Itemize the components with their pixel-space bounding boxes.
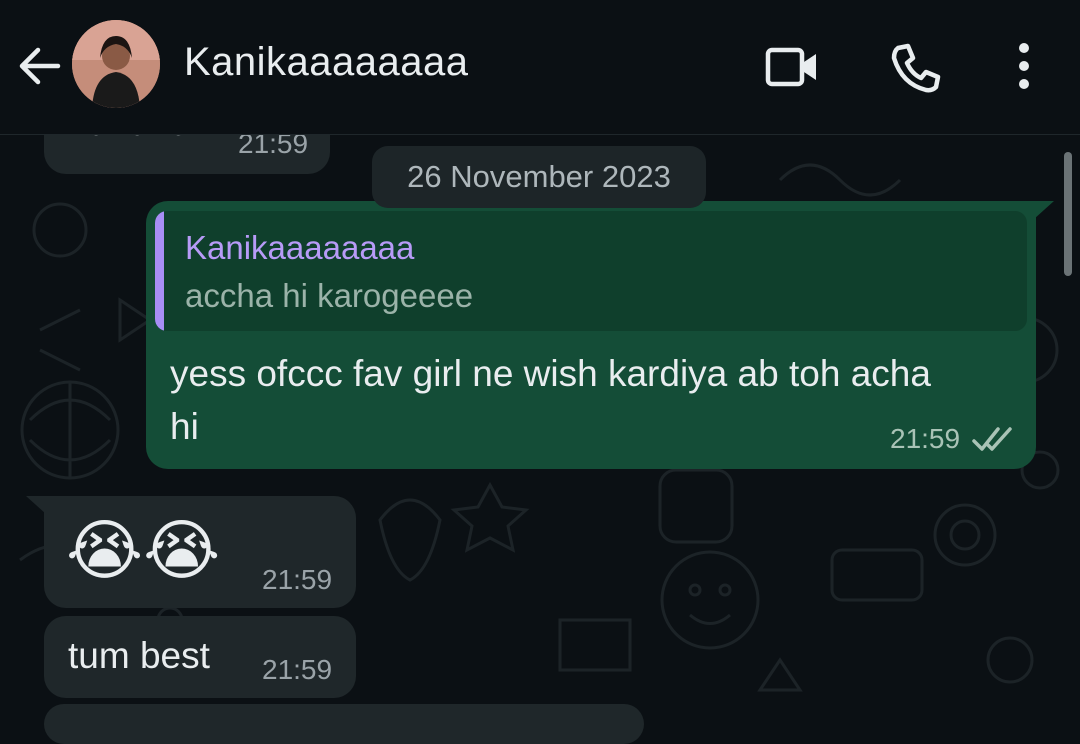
- date-divider: 26 November 2023: [372, 146, 706, 208]
- message-text-line1: yess ofccc fav girl ne wish kardiya ab t…: [170, 353, 931, 394]
- message-time: 21:59: [262, 654, 333, 685]
- back-arrow-icon: [19, 47, 61, 85]
- video-call-icon: [765, 47, 816, 87]
- video-call-button[interactable]: [764, 40, 820, 96]
- avatar-photo: [72, 20, 160, 108]
- emoji-text: 😭😭: [66, 513, 221, 587]
- chat-header: Kanikaaaaaaaa: [0, 0, 1080, 135]
- incoming-message-bubble[interactable]: 😭😭 21:59: [26, 496, 356, 608]
- phone-icon: [891, 43, 941, 93]
- more-options-button[interactable]: [996, 40, 1052, 96]
- message-time: 21:59: [890, 423, 961, 454]
- contact-avatar[interactable]: [72, 20, 160, 108]
- message-bubble-partial-next[interactable]: [44, 704, 644, 744]
- quoted-text: accha hi karogeeee: [185, 277, 474, 314]
- voice-call-button[interactable]: [888, 40, 944, 96]
- scrollbar[interactable]: [1064, 152, 1072, 276]
- incoming-message-bubble[interactable]: tum best 21:59: [44, 616, 356, 698]
- more-vert-icon: [1019, 43, 1029, 89]
- quote-accent-bar: [155, 211, 164, 331]
- bubble-tail: [1034, 201, 1054, 219]
- message-time: 21:59: [262, 564, 333, 595]
- outgoing-message-bubble[interactable]: Kanikaaaaaaaa accha hi karogeeee yess of…: [146, 201, 1054, 469]
- contact-name[interactable]: Kanikaaaaaaaa: [184, 40, 469, 85]
- message-text-line2: hi: [170, 406, 199, 447]
- read-ticks-icon: [972, 427, 1012, 451]
- message-text: tum best: [68, 635, 210, 676]
- quoted-message[interactable]: Kanikaaaaaaaa accha hi karogeeee: [155, 211, 1027, 331]
- quoted-sender: Kanikaaaaaaaa: [185, 229, 415, 266]
- back-button[interactable]: [16, 42, 64, 90]
- bubble-tail: [26, 496, 46, 514]
